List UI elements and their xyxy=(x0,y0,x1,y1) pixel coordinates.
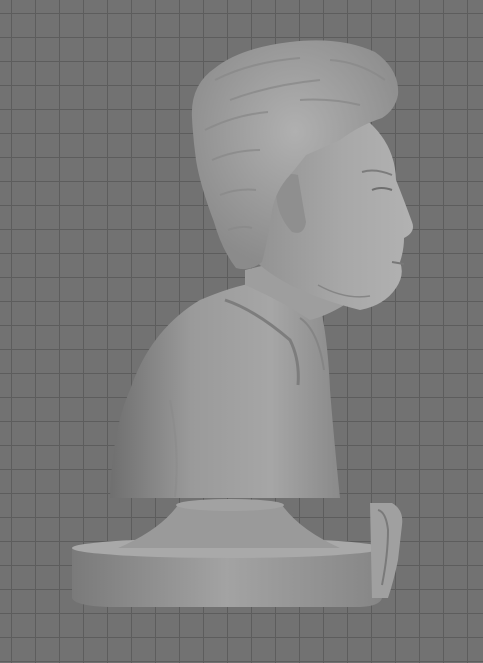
separate-part-piece[interactable] xyxy=(370,503,403,598)
model-render[interactable] xyxy=(0,0,483,663)
3d-viewport[interactable] xyxy=(0,0,483,663)
pedestal-base[interactable] xyxy=(72,499,382,607)
